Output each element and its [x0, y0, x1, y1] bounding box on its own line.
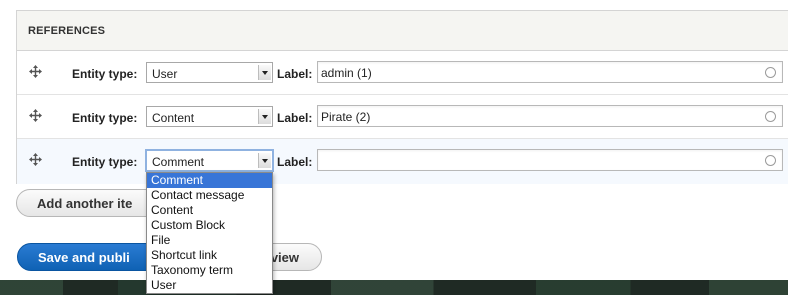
drag-handle-icon[interactable] [29, 109, 42, 122]
dropdown-option[interactable]: User [147, 278, 272, 293]
label-label: Label: [277, 155, 313, 169]
dropdown-option[interactable]: File [147, 233, 272, 248]
autocomplete-throbber-icon [765, 111, 776, 122]
entity-type-value: Comment [152, 155, 205, 169]
section-title: REFERENCES [17, 11, 788, 51]
entity-type-label: Entity type: [72, 111, 138, 125]
entity-type-label: Entity type: [72, 155, 138, 169]
entity-type-select[interactable]: Content [146, 106, 273, 127]
dropdown-option[interactable]: Custom Block [147, 218, 272, 233]
entity-type-select[interactable]: User [146, 62, 273, 83]
label-label: Label: [277, 67, 313, 81]
dropdown-option[interactable]: Comment [147, 173, 272, 188]
label-input[interactable]: Pirate (2) [317, 105, 783, 127]
chevron-down-icon [258, 153, 271, 168]
reference-row: Entity type: User Label: admin (1) [17, 51, 788, 95]
dropdown-option[interactable]: Contact message [147, 188, 272, 203]
label-value: Pirate (2) [321, 110, 371, 124]
label-label: Label: [277, 111, 313, 125]
chevron-down-icon [258, 109, 271, 124]
entity-type-value: User [152, 67, 178, 81]
label-input[interactable] [317, 149, 783, 171]
entity-type-select[interactable]: Comment [145, 149, 274, 172]
dropdown-option[interactable]: Content [147, 203, 272, 218]
autocomplete-throbber-icon [765, 67, 776, 78]
entity-type-label: Entity type: [72, 67, 138, 81]
drag-handle-icon[interactable] [29, 153, 42, 166]
entity-type-dropdown: Comment Contact message Content Custom B… [146, 172, 273, 294]
dropdown-option[interactable]: Taxonomy term [147, 263, 272, 278]
entity-type-value: Content [152, 111, 195, 125]
chevron-down-icon [258, 65, 271, 80]
dropdown-option[interactable]: Shortcut link [147, 248, 272, 263]
drag-handle-icon[interactable] [29, 65, 42, 78]
label-input[interactable]: admin (1) [317, 61, 783, 83]
page-background [0, 280, 788, 295]
label-value: admin (1) [321, 66, 372, 80]
reference-row: Entity type: Content Label: Pirate (2) [17, 95, 788, 139]
references-fieldset: REFERENCES Entity type: User Label: admi… [16, 10, 788, 184]
reference-row-active: Entity type: Comment Label: [17, 139, 788, 184]
autocomplete-throbber-icon [765, 155, 776, 166]
